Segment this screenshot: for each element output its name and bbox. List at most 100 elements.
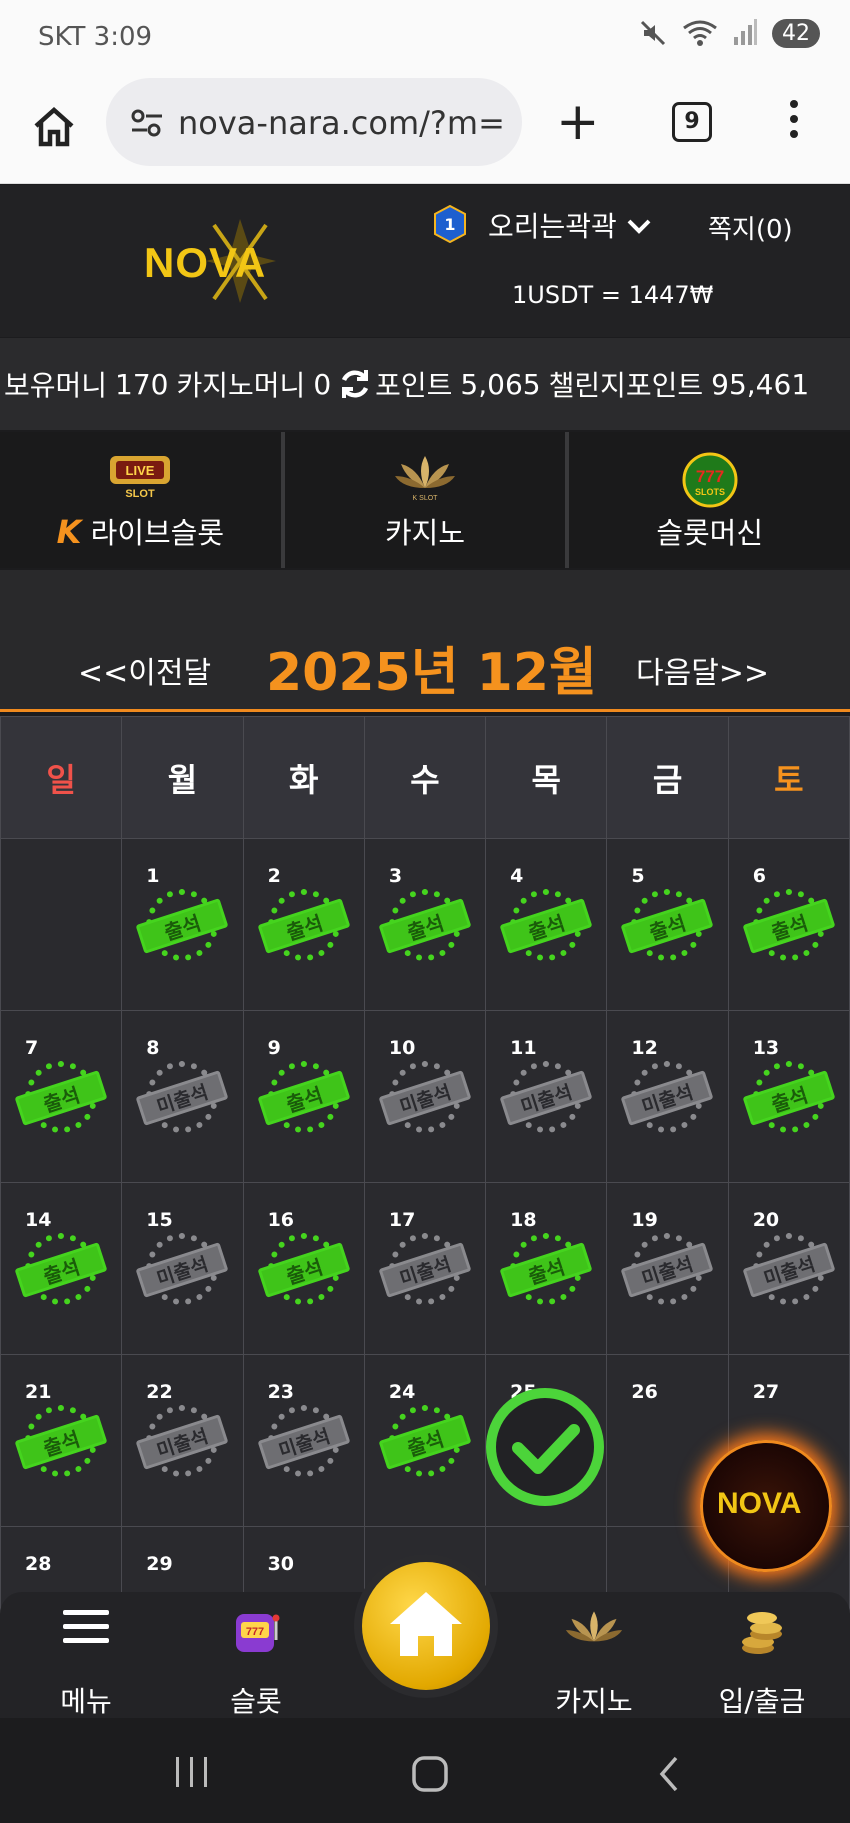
nav-casino[interactable]: K SLOT 카지노	[280, 432, 566, 568]
nav-casino-label: 카지노	[384, 516, 466, 550]
recent-apps-icon[interactable]	[172, 1754, 212, 1790]
check-circle-icon[interactable]	[484, 1386, 606, 1508]
day-number: 29	[146, 1553, 173, 1575]
casino-money-value: 0	[313, 367, 332, 401]
nav-slot-machine[interactable]: 777 SLOTS 슬롯머신	[565, 432, 850, 568]
point-value: 5,065	[460, 367, 541, 401]
system-nav-bar	[0, 1718, 850, 1823]
casino-lotus-icon	[565, 1611, 623, 1642]
calendar-day: 1 출석	[121, 838, 244, 1011]
day-number: 11	[510, 1037, 537, 1059]
calendar-day: 4 출석	[485, 838, 608, 1011]
day-number: 3	[388, 865, 403, 887]
bottom-nav-slot-label: 슬롯	[230, 1685, 282, 1718]
day-number: 13	[752, 1037, 780, 1059]
logo-text: NOVA	[144, 239, 267, 286]
weekday-wed: 수	[363, 716, 487, 839]
calendar-day: 5 출석	[606, 838, 729, 1011]
back-icon[interactable]	[654, 1754, 684, 1794]
calendar-day: 18 출석	[485, 1182, 608, 1355]
messages-link[interactable]: 쪽지(0)	[708, 209, 793, 246]
new-tab-button[interactable]: +	[556, 96, 600, 148]
day-number: 21	[25, 1381, 52, 1403]
attended-stamp: 출석	[257, 1059, 351, 1139]
weekday-tue: 화	[242, 716, 365, 839]
current-month-title: 2025년 12월	[266, 643, 597, 703]
calendar-day: 9 출석	[242, 1010, 365, 1183]
attended-stamp: 출석	[620, 887, 714, 967]
day-number: 1	[146, 865, 160, 887]
slot-machine-icon: 777	[236, 1614, 280, 1652]
casino-lotus-icon: K SLOT	[395, 456, 455, 502]
attended-stamp: 출석	[378, 887, 472, 967]
weekday-thu: 목	[485, 716, 608, 839]
attended-stamp: 출석	[14, 1059, 108, 1139]
bottom-nav-menu[interactable]: 메뉴	[6, 1606, 166, 1718]
calendar-day: 13 출석	[727, 1010, 850, 1183]
calendar-day: 24 출석	[363, 1354, 487, 1527]
prev-month-button[interactable]: <<이전달	[78, 648, 211, 692]
bottom-nav-slot[interactable]: 777 슬롯	[176, 1606, 336, 1718]
bottom-nav-casino[interactable]: 카지노	[514, 1606, 674, 1718]
bottom-nav-deposit[interactable]: 입/출금	[682, 1606, 842, 1718]
day-number: 4	[510, 865, 524, 887]
username-dropdown[interactable]: 오리는곽곽	[488, 205, 652, 245]
absent-stamp: 미출석	[742, 1231, 836, 1311]
game-category-nav: LIVE SLOT K 라이브슬롯 K SLOT 카지노 777 SLOTS 슬롯머…	[0, 432, 850, 568]
calendar-day: 19 미출석	[606, 1182, 729, 1355]
day-number: 15	[146, 1209, 173, 1231]
bottom-nav-deposit-label: 입/출금	[718, 1685, 806, 1718]
home-button[interactable]	[354, 1554, 498, 1698]
calendar-day: 12 미출석	[606, 1010, 729, 1183]
k-brand-icon: K	[56, 513, 82, 551]
url-text[interactable]: nova-nara.com/?m=1	[178, 104, 508, 142]
attended-stamp: 출석	[499, 1231, 593, 1311]
absent-stamp: 미출석	[499, 1059, 593, 1139]
home-icon[interactable]	[30, 102, 78, 150]
day-number: 7	[25, 1037, 39, 1059]
calendar-day: 17 미출석	[363, 1182, 487, 1355]
battery-indicator: 42	[772, 18, 820, 48]
weekday-sun: 일	[0, 716, 123, 839]
tab-switcher-button[interactable]: 9	[672, 102, 712, 142]
balance-bar: 보유머니 170 카지노머니 0 포인트 5,065 챌린지포인트 95,461	[0, 338, 850, 430]
absent-stamp: 미출석	[135, 1059, 229, 1139]
refresh-icon[interactable]	[337, 366, 373, 402]
challenge-point-value: 95,461	[711, 367, 810, 401]
day-number: 5	[631, 865, 645, 887]
level-badge-icon: 1	[434, 205, 466, 243]
nav-live-slot[interactable]: LIVE SLOT K 라이브슬롯	[0, 432, 281, 568]
home-nav-icon[interactable]	[410, 1754, 450, 1794]
weekday-sat: 토	[727, 716, 850, 839]
attended-stamp: 출석	[378, 1403, 472, 1483]
calendar-day: 11 미출석	[485, 1010, 608, 1183]
calendar-day: 3 출석	[363, 838, 487, 1011]
absent-stamp: 미출석	[378, 1231, 472, 1311]
nova-logo[interactable]: NOVA	[144, 215, 324, 307]
browser-toolbar: nova-nara.com/?m=1 + 9	[0, 76, 850, 184]
address-bar[interactable]: nova-nara.com/?m=1	[106, 78, 522, 166]
signal-icon	[734, 19, 757, 45]
attended-stamp: 출석	[14, 1403, 108, 1483]
next-month-button[interactable]: 다음달>>	[636, 648, 769, 692]
day-number: 12	[631, 1037, 658, 1059]
browser-menu-icon[interactable]	[790, 100, 802, 145]
home-icon	[390, 1592, 462, 1656]
svg-text:SLOTS: SLOTS	[695, 487, 725, 497]
casino-money-label: 카지노머니	[176, 369, 306, 402]
day-number: 9	[267, 1037, 281, 1059]
calendar-day: 16 출석	[242, 1182, 365, 1355]
777-slots-icon: 777SLOTS	[682, 452, 738, 508]
calendar-day: 6 출석	[727, 838, 850, 1011]
absent-stamp: 미출석	[257, 1403, 351, 1483]
day-number: 28	[25, 1553, 52, 1575]
hamburger-icon	[63, 1610, 109, 1643]
level-number: 1	[444, 215, 455, 234]
site-settings-icon[interactable]	[130, 108, 164, 138]
challenge-point-label: 챌린지포인트	[548, 369, 704, 402]
floating-nova-button[interactable]: NOVA	[700, 1440, 832, 1572]
weekday-header-row: 일 월 화 수 목 금 토	[0, 716, 850, 839]
calendar-day-empty	[0, 838, 123, 1011]
attended-stamp: 출석	[257, 887, 351, 967]
calendar-day: 23 미출석	[242, 1354, 365, 1527]
